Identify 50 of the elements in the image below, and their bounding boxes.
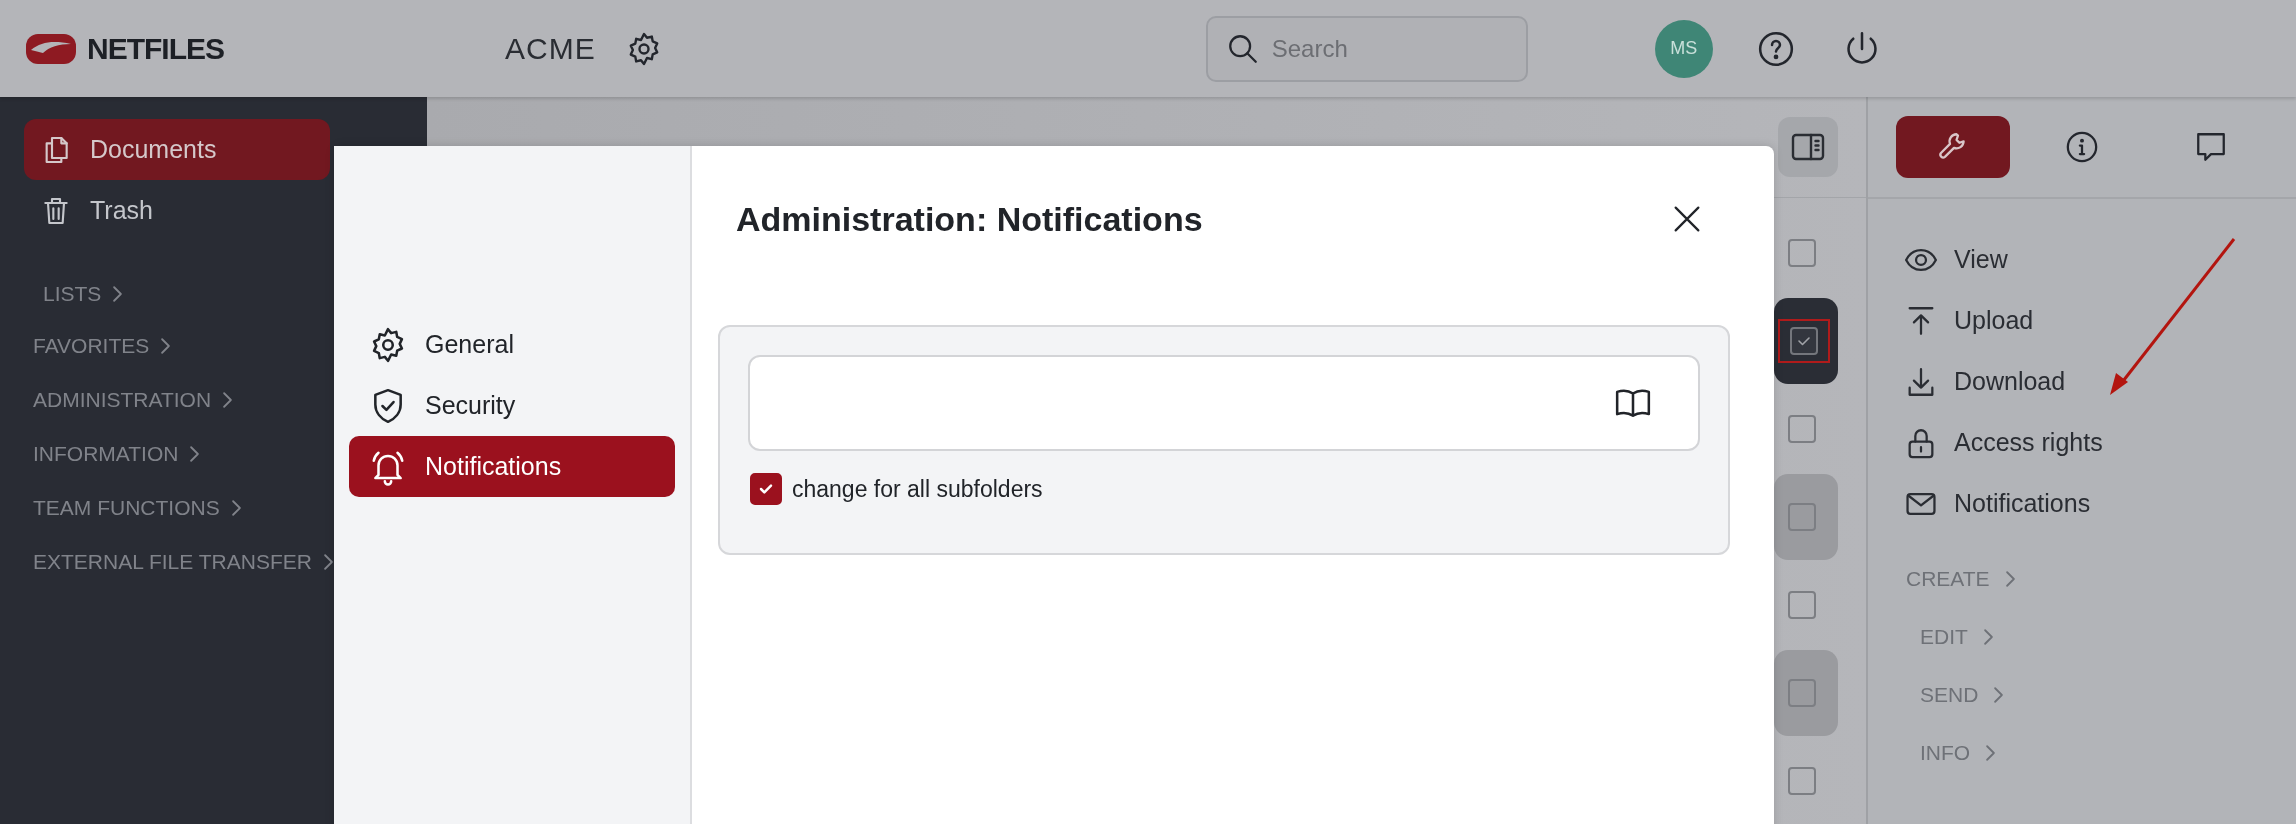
action-item[interactable]: Access rights xyxy=(1954,428,2103,457)
checkbox[interactable] xyxy=(1790,327,1818,355)
user-avatar[interactable]: MS xyxy=(1654,19,1713,78)
nav-item[interactable]: Notifications xyxy=(349,436,675,497)
panel-tab[interactable] xyxy=(1895,116,2010,178)
chevron-right-icon xyxy=(1986,745,1996,761)
chevron-right-icon xyxy=(113,286,123,302)
section-toggle[interactable]: FAVORITES xyxy=(33,319,171,373)
section-toggle[interactable]: INFORMATION xyxy=(33,427,200,481)
nav-item[interactable]: Security xyxy=(349,375,675,436)
chevron-right-icon xyxy=(190,446,200,462)
action-item[interactable]: Download xyxy=(1954,367,2066,396)
section-toggle[interactable]: SEND xyxy=(1920,666,2004,724)
section-toggle[interactable]: TEAM FUNCTIONS xyxy=(33,481,241,535)
chevron-right-icon xyxy=(231,500,241,516)
section-toggle[interactable]: CREATE xyxy=(1906,550,2015,608)
action-item[interactable]: Upload xyxy=(1954,306,2034,335)
chevron-right-icon xyxy=(2005,571,2015,587)
chevron-right-icon xyxy=(1983,629,1993,645)
section-toggle[interactable]: INFO xyxy=(1920,724,1996,782)
chevron-right-icon xyxy=(1994,687,2004,703)
checkbox[interactable] xyxy=(1788,591,1816,619)
info-icon xyxy=(2065,130,2099,164)
logo-text: NETFILES xyxy=(87,31,224,66)
section-toggle[interactable]: EDIT xyxy=(1920,608,1993,666)
checkbox[interactable] xyxy=(1788,239,1816,267)
section-toggle[interactable]: LISTS xyxy=(43,269,123,319)
input-field[interactable] xyxy=(748,355,1700,451)
nav-item[interactable]: General xyxy=(349,314,675,375)
checkbox[interactable] xyxy=(750,473,782,505)
search-field[interactable]: Search xyxy=(1205,15,1528,82)
checkbox[interactable] xyxy=(1788,415,1816,443)
view-toggle-button[interactable] xyxy=(1778,117,1838,177)
checkbox-label: change for all subfolders xyxy=(792,475,1043,503)
checkbox[interactable] xyxy=(1788,679,1816,707)
help-icon xyxy=(1756,29,1795,68)
chevron-right-icon xyxy=(323,554,333,570)
nav-item[interactable]: Trash xyxy=(24,180,169,241)
chevron-right-icon xyxy=(161,338,171,354)
action-item[interactable]: View xyxy=(1954,245,2008,274)
action-item[interactable]: Notifications xyxy=(1954,489,2091,518)
logo-icon xyxy=(25,32,77,65)
section-toggle[interactable]: ADMINISTRATION xyxy=(33,373,233,427)
workspace-name: ACME xyxy=(505,31,596,66)
nav-item[interactable]: Documents xyxy=(24,119,330,180)
section-toggle[interactable]: EXTERNAL FILE TRANSFER xyxy=(33,535,333,589)
chevron-right-icon xyxy=(223,392,233,408)
checkbox[interactable] xyxy=(1788,503,1816,531)
checkbox[interactable] xyxy=(1788,767,1816,795)
dialog-title: Administration: Notifications xyxy=(736,200,1203,239)
